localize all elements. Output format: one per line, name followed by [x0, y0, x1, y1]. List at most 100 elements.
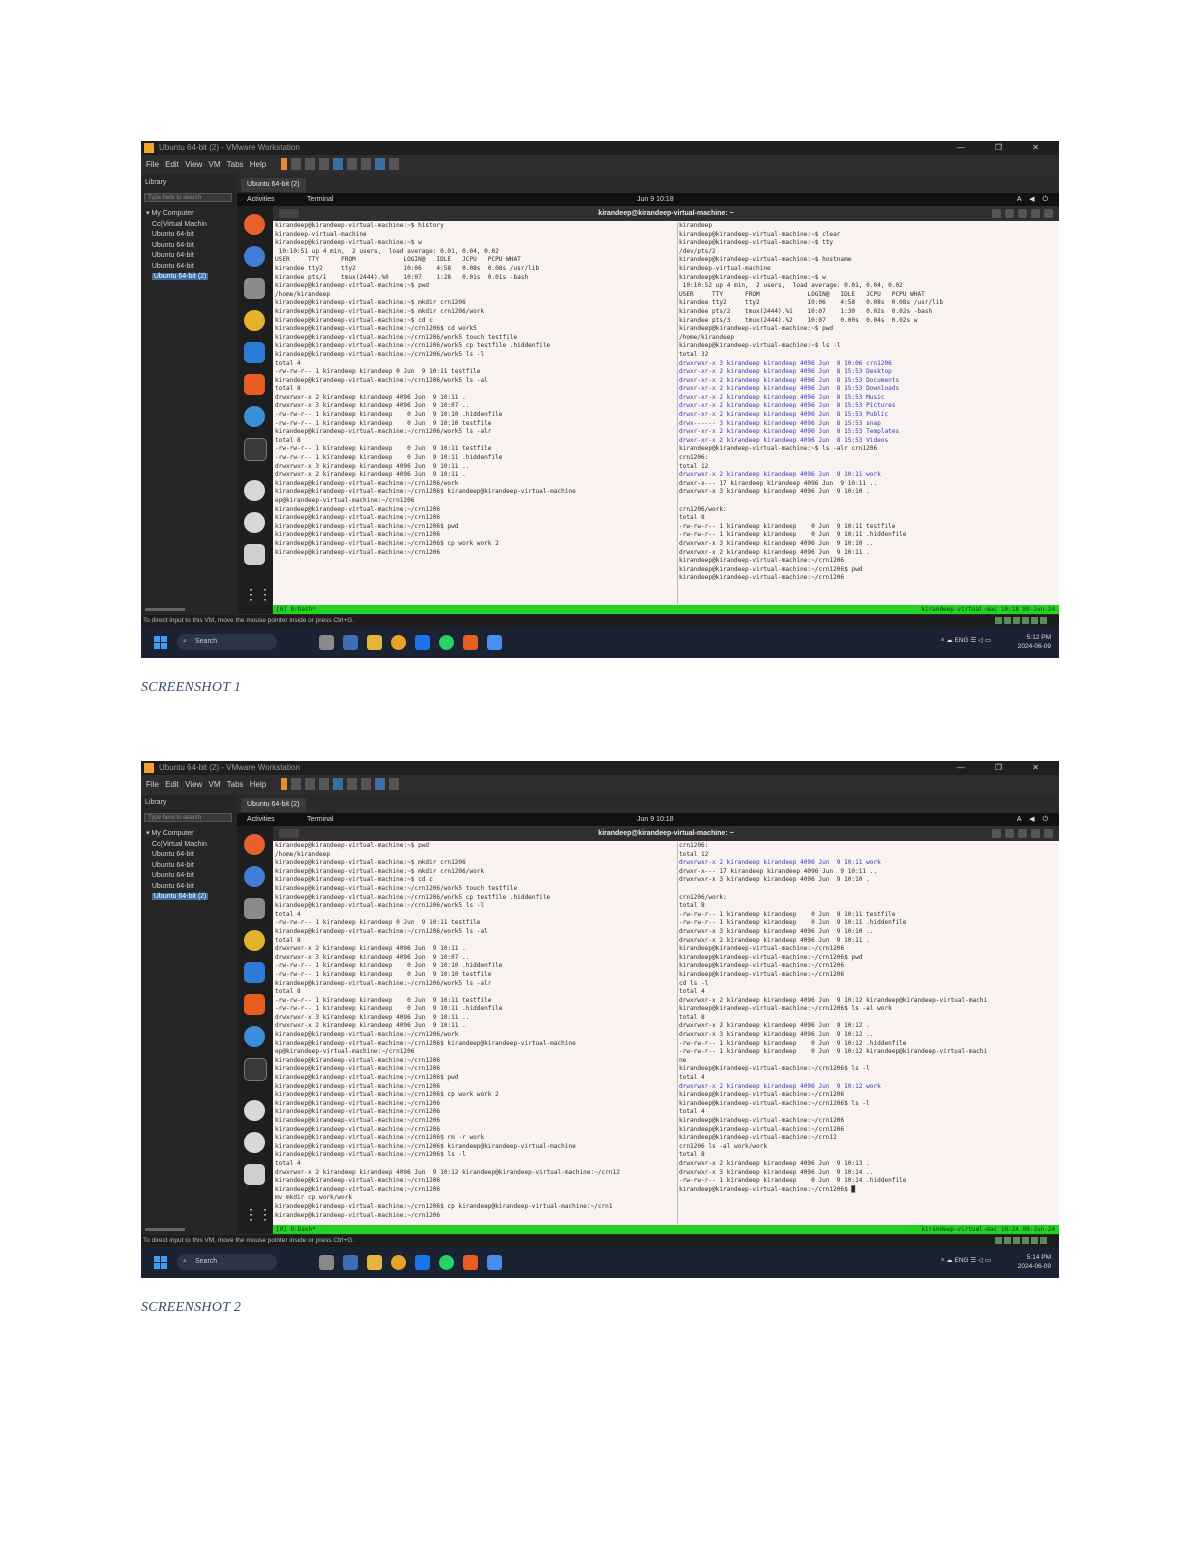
floppy-icon[interactable]: [244, 544, 265, 565]
edge-icon[interactable]: [415, 1255, 430, 1270]
fullscreen-icon[interactable]: [333, 158, 343, 170]
task-view-icon[interactable]: [319, 1255, 334, 1270]
files-icon[interactable]: [244, 898, 265, 919]
library-scrollbar[interactable]: [145, 1228, 185, 1231]
disc-icon[interactable]: [244, 1132, 265, 1153]
tray-icons[interactable]: ˄ ☁ ENG ☰ ◁ ▭: [941, 636, 991, 645]
tmux-pane-right[interactable]: crn1206: total 12 drwxrwxr-x 2 kirandeep k…: [679, 842, 1057, 1224]
manager-icon[interactable]: [319, 158, 329, 170]
chrome-icon[interactable]: [391, 635, 406, 650]
library-search-input[interactable]: Type here to search: [144, 193, 232, 202]
system-tray[interactable]: ˄ ☁ ENG ☰ ◁ ▭ 5:12 PM 2024-06-09: [941, 633, 1051, 651]
tmux-pane-left[interactable]: kirandeep@kirandeep-virtual-machine:~$ p…: [275, 842, 675, 1224]
tmux-pane-right[interactable]: kirandeep kirandeep@kirandeep-virtual-mac…: [679, 222, 1057, 604]
firefox-icon[interactable]: [244, 214, 265, 235]
tree-item[interactable]: ▾ My Computer: [146, 829, 208, 840]
terminal-icon[interactable]: [244, 1058, 267, 1081]
app-grid-icon[interactable]: ⋮⋮: [244, 1204, 272, 1225]
console-icon[interactable]: [361, 158, 371, 170]
tree-item[interactable]: Ubuntu 64-bit: [146, 230, 208, 241]
pause-icon[interactable]: [281, 778, 287, 790]
tray-clock[interactable]: 5:14 PM 2024-06-09: [1018, 1253, 1051, 1271]
rhythmbox-icon[interactable]: [244, 310, 265, 331]
chrome-icon[interactable]: [391, 1255, 406, 1270]
tree-item-selected[interactable]: Ubuntu 64-bit (2): [146, 892, 209, 903]
help-icon[interactable]: [244, 1026, 265, 1047]
windows-start-icon[interactable]: [154, 1256, 167, 1269]
system-menu[interactable]: A ◀ ⏻: [1017, 813, 1051, 826]
terminal-window[interactable]: kirandeep@kirandeep-virtual-machine: ~ k…: [273, 826, 1059, 1234]
edge-icon[interactable]: [415, 635, 430, 650]
floppy-icon[interactable]: [244, 1164, 265, 1185]
menu-items[interactable]: File Edit View VM Tabs Help: [146, 775, 266, 795]
windows-start-icon[interactable]: [154, 636, 167, 649]
thunderbird-icon[interactable]: [244, 246, 265, 267]
stretch-icon[interactable]: [389, 158, 399, 170]
help-icon[interactable]: [244, 406, 265, 427]
app-center-icon[interactable]: [244, 374, 265, 395]
view-icon[interactable]: [375, 158, 385, 170]
app-icon[interactable]: [463, 1255, 478, 1270]
unity-icon[interactable]: [347, 158, 357, 170]
revert-icon[interactable]: [305, 158, 315, 170]
terminal-window[interactable]: kirandeep@kirandeep-virtual-machine: ~ k…: [273, 206, 1059, 614]
pane-divider[interactable]: [677, 842, 678, 1224]
pane-divider[interactable]: [677, 222, 678, 604]
snapshot-icon[interactable]: [291, 158, 301, 170]
window-controls[interactable]: — ❐ ✕: [957, 761, 1053, 775]
tree-item[interactable]: Ubuntu 64-bit: [146, 251, 208, 262]
file-explorer-icon[interactable]: [367, 1255, 382, 1270]
snapshot-icon[interactable]: [291, 778, 301, 790]
tree-item[interactable]: Ubuntu 64-bit: [146, 241, 208, 252]
app-icon[interactable]: [463, 635, 478, 650]
tree-item[interactable]: Cc(Virtual Machin: [146, 840, 208, 851]
vmware-icon[interactable]: [343, 635, 358, 650]
tree-item[interactable]: Cc(Virtual Machin: [146, 220, 208, 231]
gnome-clock[interactable]: Jun 9 10:18: [637, 193, 674, 206]
pause-icon[interactable]: [281, 158, 287, 170]
whatsapp-icon[interactable]: [439, 635, 454, 650]
disc-icon[interactable]: [244, 480, 265, 501]
revert-icon[interactable]: [305, 778, 315, 790]
tab-vm[interactable]: Ubuntu 64-bit (2): [241, 178, 306, 192]
tree-item[interactable]: Ubuntu 64-bit: [146, 850, 208, 861]
tree-item[interactable]: ▾ My Computer: [146, 209, 208, 220]
unity-icon[interactable]: [347, 778, 357, 790]
terminal-icon[interactable]: [244, 438, 267, 461]
app-center-icon[interactable]: [244, 994, 265, 1015]
vmware-workstation-icon[interactable]: [487, 1255, 502, 1270]
task-view-icon[interactable]: [319, 635, 334, 650]
libreoffice-writer-icon[interactable]: [244, 962, 265, 983]
tree-item[interactable]: Ubuntu 64-bit: [146, 262, 208, 273]
app-grid-icon[interactable]: ⋮⋮: [244, 584, 272, 605]
taskbar-search[interactable]: ⌕ Search: [177, 634, 277, 650]
libreoffice-writer-icon[interactable]: [244, 342, 265, 363]
firefox-icon[interactable]: [244, 834, 265, 855]
rhythmbox-icon[interactable]: [244, 930, 265, 951]
tray-clock[interactable]: 5:12 PM 2024-06-09: [1018, 633, 1051, 651]
tmux-pane-left[interactable]: kirandeep@kirandeep-virtual-machine:~$ h…: [275, 222, 675, 604]
vmware-icon[interactable]: [343, 1255, 358, 1270]
file-explorer-icon[interactable]: [367, 635, 382, 650]
gnome-clock[interactable]: Jun 9 10:18: [637, 813, 674, 826]
vmware-workstation-icon[interactable]: [487, 635, 502, 650]
whatsapp-icon[interactable]: [439, 1255, 454, 1270]
tree-item-selected[interactable]: Ubuntu 64-bit (2): [146, 272, 209, 283]
window-controls[interactable]: — ❐ ✕: [957, 141, 1053, 155]
fullscreen-icon[interactable]: [333, 778, 343, 790]
system-menu[interactable]: A ◀ ⏻: [1017, 193, 1051, 206]
tree-item[interactable]: Ubuntu 64-bit: [146, 861, 208, 872]
tab-vm[interactable]: Ubuntu 64-bit (2): [241, 798, 306, 812]
tree-item[interactable]: Ubuntu 64-bit: [146, 882, 208, 893]
menu-items[interactable]: File Edit View VM Tabs Help: [146, 155, 266, 175]
system-tray[interactable]: ˄ ☁ ENG ☰ ◁ ▭ 5:14 PM 2024-06-09: [941, 1253, 1051, 1271]
app-menu[interactable]: Terminal: [307, 193, 333, 206]
tree-item[interactable]: Ubuntu 64-bit: [146, 871, 208, 882]
app-menu[interactable]: Terminal: [307, 813, 333, 826]
disc-icon[interactable]: [244, 512, 265, 533]
stretch-icon[interactable]: [389, 778, 399, 790]
taskbar-search[interactable]: ⌕ Search: [177, 1254, 277, 1270]
manager-icon[interactable]: [319, 778, 329, 790]
console-icon[interactable]: [361, 778, 371, 790]
files-icon[interactable]: [244, 278, 265, 299]
